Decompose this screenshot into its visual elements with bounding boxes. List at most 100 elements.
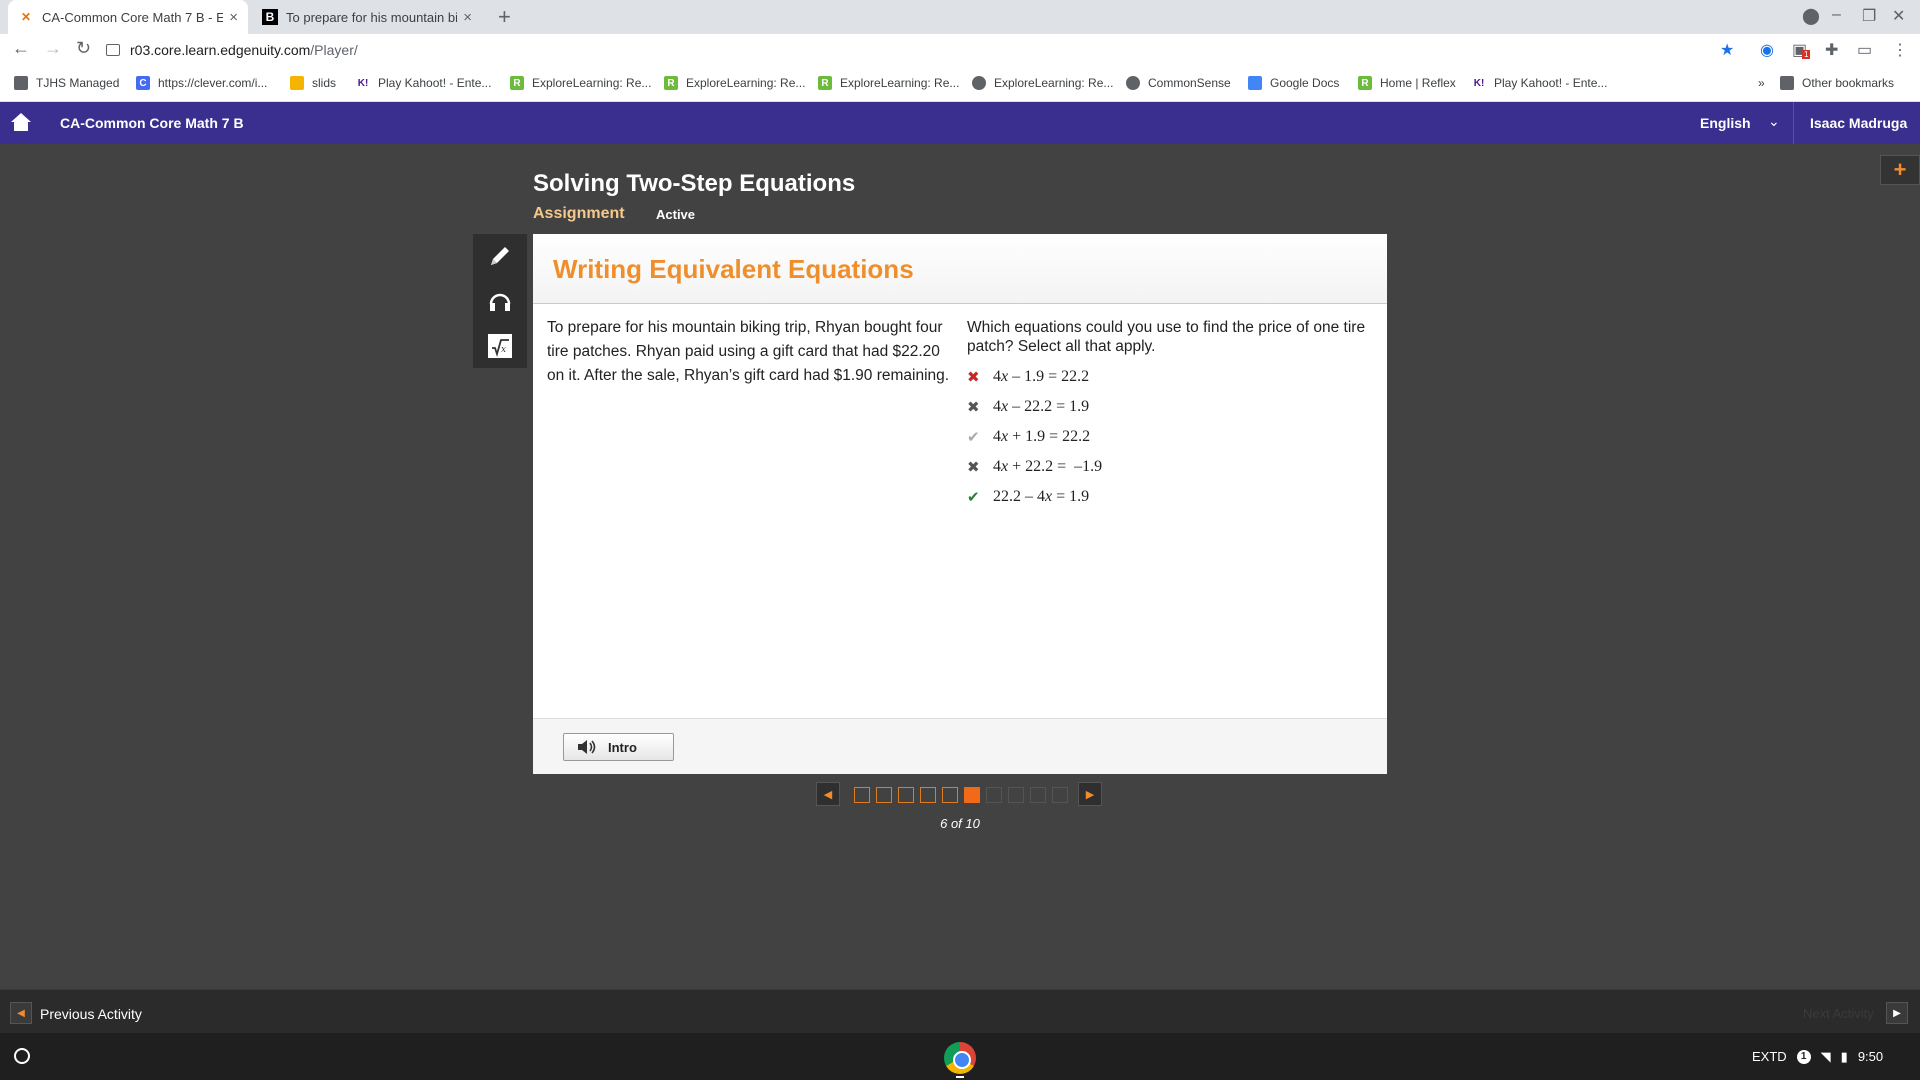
pager-box — [1030, 787, 1046, 803]
url-host: r03.core.learn.edgenuity.com — [130, 42, 311, 58]
pager-box[interactable] — [876, 787, 892, 803]
tab-title: To prepare for his mountain biki — [286, 9, 458, 25]
bookmarks-overflow[interactable]: » — [1758, 76, 1765, 90]
folder-icon — [1780, 76, 1794, 90]
answer-option[interactable]: ✔ 22.2 – 4x = 1.9 — [967, 482, 1367, 512]
bookmarks-bar: TJHS Managed Chttps://clever.com/i... sl… — [0, 66, 1920, 102]
pencil-icon — [491, 247, 509, 265]
reflex-icon: R — [664, 76, 678, 90]
pager-box — [1008, 787, 1024, 803]
pager-box[interactable] — [920, 787, 936, 803]
language-select[interactable]: English — [1700, 115, 1751, 131]
bookmark-label: ExploreLearning: Re... — [840, 76, 960, 90]
option-rest: = 1.9 — [1052, 488, 1090, 505]
bookmark-label: Other bookmarks — [1802, 76, 1895, 90]
address-bar[interactable]: r03.core.learn.edgenuity.com/Player/ — [106, 37, 1756, 63]
bookmark-item[interactable]: R ExploreLearning: Re... — [510, 76, 651, 90]
previous-activity-label[interactable]: Previous Activity — [40, 1006, 142, 1022]
extension-icon[interactable]: ◉ — [1760, 40, 1774, 60]
system-tray[interactable]: EXTD 1 ◥ ▮ 9:50 — [1752, 1033, 1883, 1080]
browser-menu-icon[interactable]: ⋮ — [1892, 40, 1908, 60]
chrome-app-icon[interactable] — [944, 1042, 976, 1074]
bookmark-item[interactable]: K! Play Kahoot! - Ente... — [1472, 76, 1608, 90]
extension-icon[interactable]: ▣ 1 — [1792, 40, 1811, 60]
tab-brainly[interactable]: B To prepare for his mountain biki × — [252, 0, 482, 34]
caret-left-icon: ◀ — [823, 788, 833, 801]
answer-option[interactable]: ✖ 4x + 22.2 = –1.9 — [967, 452, 1367, 482]
slides-icon — [290, 76, 304, 90]
forward-icon[interactable]: → — [44, 38, 62, 59]
other-bookmarks[interactable]: Other bookmarks — [1780, 76, 1894, 90]
bookmark-item[interactable]: TJHS Managed — [14, 76, 119, 90]
tab-edgenuity[interactable]: ✕ CA-Common Core Math 7 B - Edg × — [8, 0, 248, 34]
activity-title: Writing Equivalent Equations — [553, 254, 914, 284]
docs-icon — [1248, 76, 1262, 90]
correct-check-icon: ✔ — [967, 488, 980, 506]
bookmark-label: TJHS Managed — [36, 76, 120, 90]
bookmark-item[interactable]: K! Play Kahoot! - Ente... — [356, 76, 492, 90]
edgenuity-favicon-icon: ✕ — [20, 10, 32, 24]
cast-icon[interactable]: ▭ — [1857, 40, 1872, 60]
headphones-icon — [489, 293, 511, 311]
user-name[interactable]: Isaac Madruga — [1810, 115, 1907, 131]
answer-option[interactable]: ✖ 4x – 22.2 = 1.9 — [967, 392, 1367, 422]
notification-badge: 1 — [1796, 1049, 1811, 1064]
caret-right-icon: ▶ — [1893, 1007, 1901, 1019]
answer-option[interactable]: ✔ 4x + 1.9 = 22.2 — [967, 422, 1367, 452]
bookmark-item[interactable]: Chttps://clever.com/i... — [136, 76, 267, 90]
running-indicator — [956, 1076, 964, 1078]
pager-prev-button[interactable]: ◀ — [816, 782, 840, 806]
globe-icon — [972, 76, 986, 90]
back-icon[interactable]: ← — [12, 38, 30, 59]
question-text: Which equations could you use to find th… — [967, 319, 1366, 355]
restore-icon[interactable]: ❐ — [1862, 6, 1876, 26]
tools-plus-button[interactable]: + — [1880, 155, 1920, 185]
pager-next-button[interactable]: ▶ — [1078, 782, 1102, 806]
extensions-puzzle-icon[interactable]: ✚ — [1825, 40, 1838, 60]
home-icon[interactable] — [10, 112, 32, 132]
bookmark-label: slids — [312, 76, 337, 90]
option-rest: + 22.2 = –1.9 — [1008, 458, 1103, 475]
calculator-tool[interactable]: x — [473, 324, 527, 368]
next-activity-label: Next Activity — [1803, 1006, 1874, 1021]
intro-audio-button[interactable]: Intro — [563, 733, 674, 761]
bookmark-star-icon[interactable]: ★ — [1720, 40, 1734, 60]
bookmark-item[interactable]: R Home | Reflex — [1358, 76, 1456, 90]
bookmark-item[interactable]: ExploreLearning: Re... — [972, 76, 1113, 90]
reload-icon[interactable]: ↻ — [76, 38, 91, 59]
tab-close-icon[interactable]: × — [463, 9, 472, 26]
tab-close-icon[interactable]: × — [229, 9, 238, 26]
chevron-down-icon[interactable]: ⌄ — [1768, 113, 1780, 130]
close-window-icon[interactable]: ✕ — [1892, 6, 1905, 26]
pager-box[interactable] — [942, 787, 958, 803]
site-info-icon[interactable] — [106, 44, 120, 56]
previous-activity-button[interactable]: ◀ — [10, 1002, 32, 1024]
pencil-tool[interactable] — [473, 234, 527, 278]
pager-box[interactable] — [898, 787, 914, 803]
pager-box-current[interactable] — [964, 787, 980, 803]
problem-text: To prepare for his mountain biking trip,… — [547, 319, 950, 384]
pager-box[interactable] — [854, 787, 870, 803]
new-tab-icon[interactable]: + — [498, 4, 511, 30]
speaker-icon — [578, 740, 596, 754]
bookmark-label: Home | Reflex — [1380, 76, 1456, 90]
bookmark-item[interactable]: slids — [290, 76, 336, 90]
caret-left-icon: ◀ — [17, 1007, 25, 1019]
bookmark-item[interactable]: R ExploreLearning: Re... — [664, 76, 805, 90]
app-header: CA-Common Core Math 7 B English ⌄ Isaac … — [0, 102, 1920, 144]
tab-title: CA-Common Core Math 7 B - Edg — [42, 9, 224, 25]
option-variable: x — [1001, 458, 1009, 475]
wifi-icon: ◥ — [1820, 1048, 1831, 1064]
bookmark-item[interactable]: Google Docs — [1248, 76, 1339, 90]
minimize-icon[interactable]: – — [1832, 6, 1841, 24]
audio-tool[interactable] — [473, 279, 527, 323]
option-rest: – 22.2 = 1.9 — [1008, 398, 1090, 415]
option-variable: x — [1001, 398, 1009, 415]
bookmark-item[interactable]: CommonSense — [1126, 76, 1231, 90]
launcher-icon[interactable] — [14, 1048, 30, 1064]
profile-menu-icon[interactable]: ⬤ — [1802, 6, 1820, 26]
bookmark-item[interactable]: R ExploreLearning: Re... — [818, 76, 959, 90]
option-variable: x — [1045, 488, 1053, 505]
bookmark-label: ExploreLearning: Re... — [532, 76, 652, 90]
answer-option[interactable]: ✖ 4x – 1.9 = 22.2 — [967, 362, 1367, 392]
